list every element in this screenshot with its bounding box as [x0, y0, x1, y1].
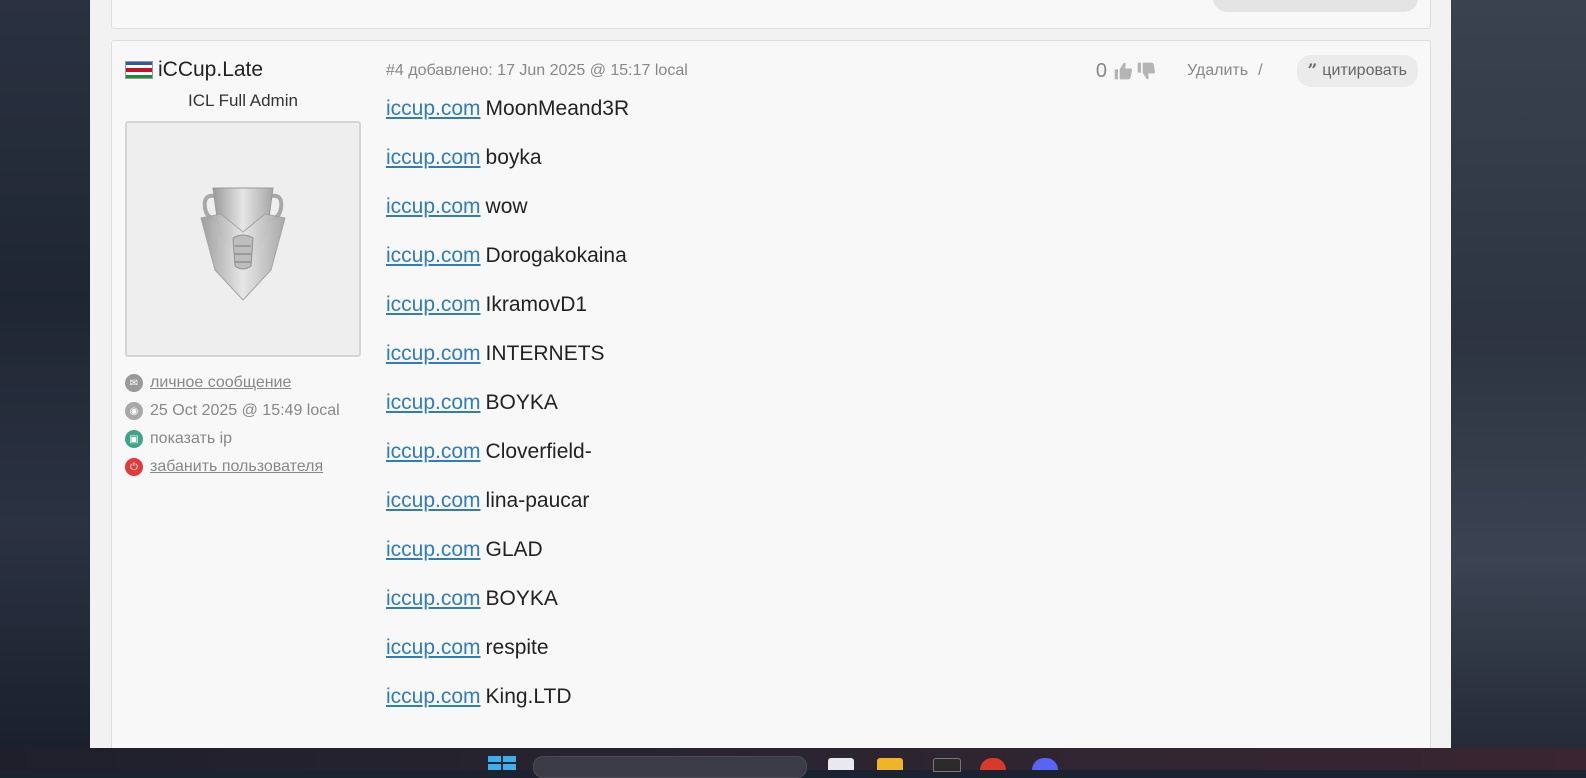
- windows-start-icon[interactable]: [488, 756, 516, 770]
- player-name: Cloverfield-: [485, 440, 592, 463]
- quote-label: цитировать: [1322, 62, 1407, 79]
- forum-post: iCCup.Late ICL Full Admin ✉ личное сообщ…: [111, 40, 1431, 762]
- discord-icon[interactable]: [1032, 758, 1058, 770]
- list-item: iccup.com King.LTD: [386, 685, 1418, 734]
- taskbar-search-input[interactable]: [533, 756, 807, 778]
- iccup-link[interactable]: iccup.com: [386, 587, 481, 611]
- player-name: BOYKA: [485, 391, 558, 414]
- iccup-link[interactable]: iccup.com: [386, 244, 481, 268]
- player-name: Dorogakokaina: [485, 244, 627, 267]
- private-message-link[interactable]: ✉ личное сообщение: [125, 369, 361, 397]
- mail-icon: ✉: [125, 374, 143, 392]
- list-item: iccup.com BOYKA: [386, 587, 1418, 636]
- last-seen-label: 25 Oct 2025 @ 15:49 local: [150, 402, 340, 419]
- trophy-icon: [200, 187, 286, 301]
- iccup-link[interactable]: iccup.com: [386, 195, 481, 219]
- player-name: IkramovD1: [485, 293, 588, 316]
- avatar: [125, 121, 361, 357]
- list-item: iccup.com lina-paucar: [386, 489, 1418, 538]
- iccup-link[interactable]: iccup.com: [386, 538, 481, 562]
- thumbs-up-icon[interactable]: [1113, 61, 1133, 81]
- background-right: [1451, 0, 1586, 748]
- folder-icon[interactable]: [877, 758, 903, 770]
- player-name: King.LTD: [485, 685, 572, 708]
- notepad-icon[interactable]: [828, 758, 854, 770]
- iccup-link[interactable]: iccup.com: [386, 489, 481, 513]
- post-meta: #4 добавлено: 17 Jun 2025 @ 15:17 local …: [386, 55, 1418, 87]
- user-name-row: iCCup.Late: [125, 57, 361, 83]
- last-seen: ◉ 25 Oct 2025 @ 15:49 local: [125, 397, 361, 425]
- ban-user-link[interactable]: ⏻ забанить пользователя: [125, 453, 361, 481]
- post-content: #4 добавлено: 17 Jun 2025 @ 15:17 local …: [386, 55, 1418, 734]
- list-item: iccup.com GLAD: [386, 538, 1418, 587]
- player-name: respite: [485, 636, 549, 659]
- forum-page: iCCup.Late ICL Full Admin ✉ личное сообщ…: [90, 0, 1451, 762]
- player-name: GLAD: [485, 538, 543, 561]
- clock-icon: ◉: [125, 402, 143, 420]
- post-actions: 0 Удалить / ” цитировать: [1096, 55, 1418, 87]
- quote-button[interactable]: ” цитировать: [1296, 55, 1418, 87]
- username[interactable]: iCCup.Late: [158, 58, 263, 82]
- flag-icon: [125, 61, 153, 79]
- iccup-link[interactable]: iccup.com: [386, 636, 481, 660]
- show-ip-label[interactable]: показать ip: [150, 430, 232, 448]
- player-name: boyka: [485, 146, 542, 169]
- list-item: iccup.com respite: [386, 636, 1418, 685]
- post-body: iccup.com MoonMeand3R iccup.com boyka iccu…: [386, 97, 1418, 734]
- list-item: iccup.com INTERNETS: [386, 342, 1418, 391]
- background-left: [0, 0, 90, 748]
- taskbar: [0, 748, 1586, 778]
- list-item: iccup.com Dorogakokaina: [386, 244, 1418, 293]
- player-name: lina-paucar: [485, 489, 590, 512]
- player-name: INTERNETS: [485, 342, 605, 365]
- player-name: BOYKA: [485, 587, 558, 610]
- iccup-link[interactable]: iccup.com: [386, 685, 481, 709]
- iccup-link[interactable]: iccup.com: [386, 293, 481, 317]
- iccup-link[interactable]: iccup.com: [386, 440, 481, 464]
- quote-icon: ”: [1307, 61, 1318, 81]
- iccup-link[interactable]: iccup.com: [386, 342, 481, 366]
- browser-icon[interactable]: [980, 758, 1006, 770]
- monitor-icon: ▣: [125, 430, 143, 448]
- list-item: iccup.com Cloverfield-: [386, 440, 1418, 489]
- iccup-link[interactable]: iccup.com: [386, 97, 481, 121]
- iccup-link[interactable]: iccup.com: [386, 391, 481, 415]
- list-item: iccup.com MoonMeand3R: [386, 97, 1418, 146]
- player-name: MoonMeand3R: [485, 97, 630, 120]
- post-number-date: #4 добавлено: 17 Jun 2025 @ 15:17 local: [386, 62, 688, 79]
- previous-post: [111, 0, 1431, 29]
- user-rank: ICL Full Admin: [188, 91, 298, 110]
- previous-post-button[interactable]: [1213, 0, 1418, 12]
- list-item: iccup.com wow: [386, 195, 1418, 244]
- private-message-label[interactable]: личное сообщение: [150, 374, 291, 392]
- power-icon: ⏻: [125, 458, 143, 476]
- list-item: iccup.com IkramovD1: [386, 293, 1418, 342]
- player-name: wow: [485, 195, 528, 218]
- show-ip-link[interactable]: ▣ показать ip: [125, 425, 361, 453]
- separator: /: [1258, 62, 1263, 79]
- thumbs-down-icon[interactable]: [1136, 61, 1156, 81]
- vote-count: 0: [1095, 59, 1107, 82]
- user-links: ✉ личное сообщение ◉ 25 Oct 2025 @ 15:49…: [125, 369, 361, 481]
- user-panel: iCCup.Late ICL Full Admin ✉ личное сообщ…: [125, 57, 361, 481]
- list-item: iccup.com boyka: [386, 146, 1418, 195]
- ban-user-label[interactable]: забанить пользователя: [150, 458, 323, 476]
- list-item: iccup.com BOYKA: [386, 391, 1418, 440]
- iccup-link[interactable]: iccup.com: [386, 146, 481, 170]
- delete-link[interactable]: Удалить: [1187, 62, 1248, 80]
